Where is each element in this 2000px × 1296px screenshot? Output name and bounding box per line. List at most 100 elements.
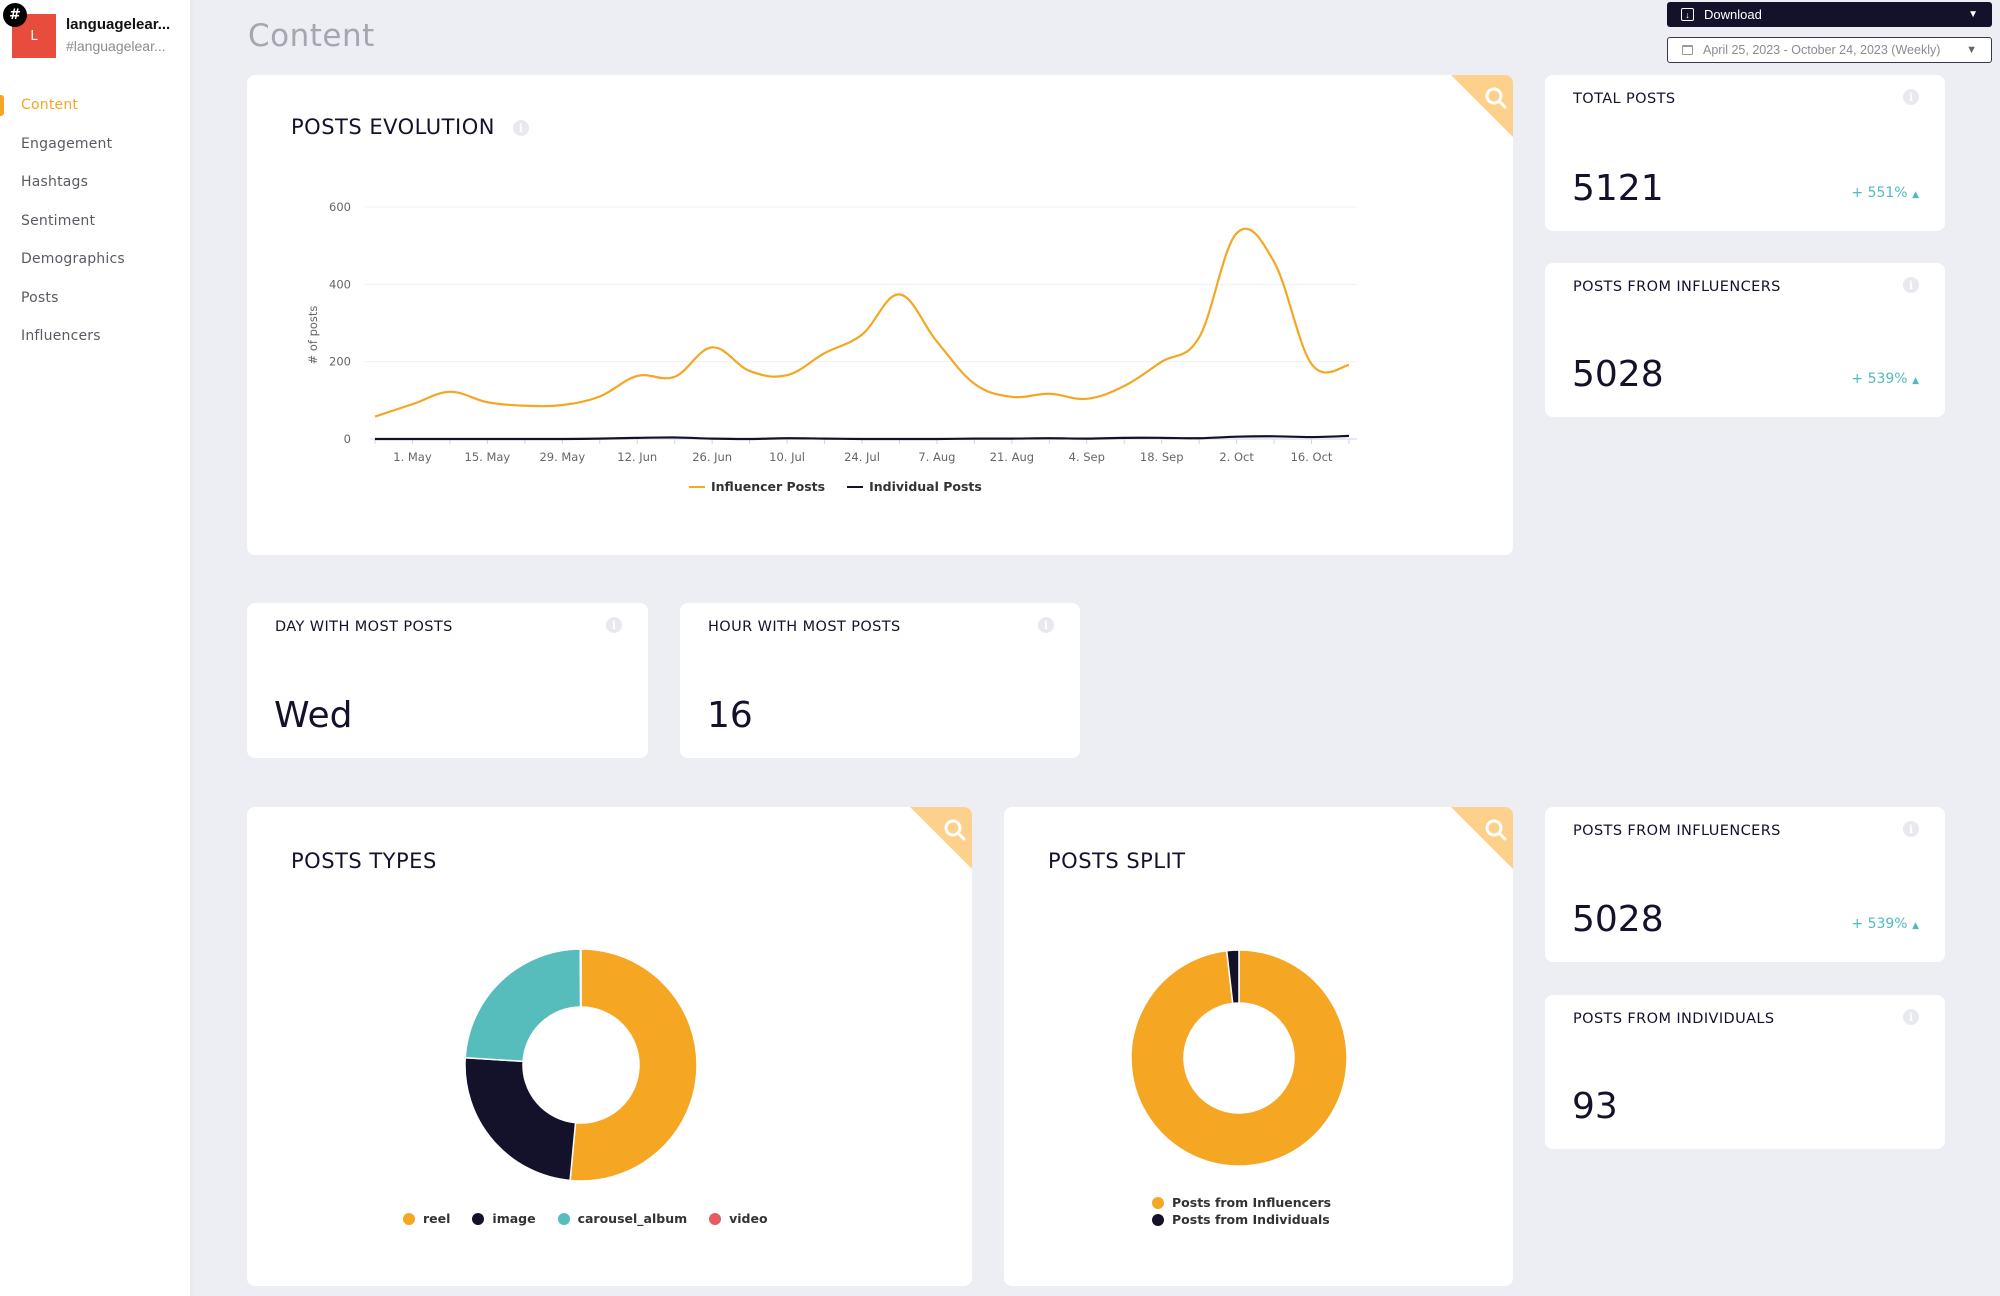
x-tick-label: 4. Sep xyxy=(1069,450,1105,464)
trend-up-icon: ▲ xyxy=(1912,190,1919,200)
x-tick-label: 12. Jun xyxy=(617,450,657,464)
x-tick-label: 2. Oct xyxy=(1219,450,1254,464)
sidebar-item-demographics[interactable]: Demographics xyxy=(0,240,190,279)
info-icon[interactable]: i xyxy=(1038,617,1054,633)
change-text: + 539% xyxy=(1851,371,1908,387)
legend-item-influencers[interactable]: Posts from Influencers xyxy=(1152,1195,1331,1210)
kpi-change: + 539% ▲ xyxy=(1851,916,1919,932)
change-text: + 539% xyxy=(1851,916,1908,932)
date-range-picker[interactable]: April 25, 2023 - October 24, 2023 (Weekl… xyxy=(1667,37,1992,63)
legend-dot xyxy=(709,1212,722,1225)
x-tick-label: 1. May xyxy=(393,450,432,464)
sidebar-item-posts[interactable]: Posts xyxy=(0,279,190,318)
sidebar-item-influencers[interactable]: Influencers xyxy=(0,317,190,356)
legend-item-influencer[interactable]: Influencer Posts xyxy=(689,479,825,494)
legend-label: reel xyxy=(423,1211,451,1226)
legend-label: Individual Posts xyxy=(869,479,982,494)
chevron-down-icon: ▼ xyxy=(1968,9,1978,20)
legend-item-individuals[interactable]: Posts from Individuals xyxy=(1152,1212,1330,1227)
brand-header[interactable]: L # languagelear... #languagelear... xyxy=(3,3,192,62)
legend-item-individual[interactable]: Individual Posts xyxy=(847,479,982,494)
chart-legend: reel image carousel_album video xyxy=(403,1211,790,1226)
kpi-value: 16 xyxy=(707,695,753,736)
info-icon[interactable]: i xyxy=(1903,1009,1919,1025)
calendar-icon xyxy=(1682,45,1693,55)
sidebar-item-hashtags[interactable]: Hashtags xyxy=(0,163,190,202)
sidebar-item-content[interactable]: Content xyxy=(0,86,190,125)
date-range-label: April 25, 2023 - October 24, 2023 (Weekl… xyxy=(1703,43,1941,57)
kpi-title: POSTS FROM INFLUENCERS xyxy=(1573,823,1781,839)
chart-legend: Posts from Influencers Posts from Indivi… xyxy=(1152,1195,1353,1227)
kpi-title: POSTS FROM INDIVIDUALS xyxy=(1573,1011,1775,1027)
y-axis-label: # of posts xyxy=(306,306,320,365)
x-tick-label: 10. Jul xyxy=(769,450,805,464)
x-tick-label: 18. Sep xyxy=(1140,450,1184,464)
kpi-value: 5121 xyxy=(1572,168,1664,209)
brand-handle: #languagelear... xyxy=(66,38,166,54)
posts-evolution-card: POSTS EVOLUTION i 0 200 400 600 # of posts 1.… xyxy=(247,75,1513,555)
info-icon[interactable]: i xyxy=(606,617,622,633)
legend-dot xyxy=(472,1212,485,1225)
series-line-individual-posts xyxy=(375,434,1350,441)
kpi-day-with-most-posts: DAY WITH MOST POSTS i Wed xyxy=(247,603,648,758)
x-tick-label: 29. May xyxy=(539,450,585,464)
kpi-change: + 551% ▲ xyxy=(1851,185,1919,201)
legend-item-carousel[interactable]: carousel_album xyxy=(557,1211,688,1226)
x-tick-label: 24. Jul xyxy=(844,450,880,464)
trend-up-icon: ▲ xyxy=(1912,921,1919,931)
legend-line xyxy=(847,485,864,488)
kpi-title: DAY WITH MOST POSTS xyxy=(275,619,453,635)
kpi-value: 5028 xyxy=(1572,354,1664,395)
info-icon[interactable]: i xyxy=(1903,277,1919,293)
posts-split-card: POSTS SPLIT Posts from Influencers Posts… xyxy=(1004,807,1513,1286)
kpi-value: Wed xyxy=(274,695,353,736)
kpi-posts-from-influencers-2: POSTS FROM INFLUENCERS i 5028 + 539% ▲ xyxy=(1545,807,1945,962)
y-tick-label: 200 xyxy=(329,355,351,369)
donut-slice-image xyxy=(464,1056,577,1182)
legend-label: video xyxy=(729,1211,768,1226)
download-button[interactable]: ↓ Download ▼ xyxy=(1667,2,1992,27)
chevron-down-icon: ▼ xyxy=(1966,44,1977,56)
legend-label: Posts from Individuals xyxy=(1172,1212,1330,1227)
kpi-posts-from-influencers: POSTS FROM INFLUENCERS i 5028 + 539% ▲ xyxy=(1545,263,1945,417)
kpi-title: POSTS FROM INFLUENCERS xyxy=(1573,279,1781,295)
x-tick-label: 7. Aug xyxy=(918,450,955,464)
legend-item-image[interactable]: image xyxy=(472,1211,536,1226)
posts-types-card: POSTS TYPES reel image carousel_album vi… xyxy=(247,807,972,1286)
info-icon[interactable]: i xyxy=(1903,821,1919,837)
legend-label: image xyxy=(492,1211,536,1226)
legend-dot xyxy=(1152,1196,1164,1209)
donut-slice-reel xyxy=(569,948,698,1182)
kpi-total-posts: TOTAL POSTS i 5121 + 551% ▲ xyxy=(1545,75,1945,231)
brand-name: languagelear... xyxy=(66,16,171,33)
y-tick-label: 0 xyxy=(344,432,351,446)
legend-label: carousel_album xyxy=(577,1211,688,1226)
kpi-posts-from-individuals: POSTS FROM INDIVIDUALS i 93 xyxy=(1545,995,1945,1149)
hashtag-symbol: # xyxy=(9,7,21,23)
kpi-title: HOUR WITH MOST POSTS xyxy=(708,619,901,635)
legend-dot xyxy=(1152,1213,1164,1226)
kpi-hour-with-most-posts: HOUR WITH MOST POSTS i 16 xyxy=(680,603,1080,758)
chart-legend: Influencer Posts Individual Posts xyxy=(689,479,1004,494)
y-tick-label: 400 xyxy=(329,277,351,291)
legend-dot xyxy=(557,1212,570,1225)
kpi-change: + 539% ▲ xyxy=(1851,371,1919,387)
donut-slice-video xyxy=(579,948,582,1008)
sidebar-nav: Content Engagement Hashtags Sentiment De… xyxy=(0,86,190,356)
legend-label: Influencer Posts xyxy=(711,479,826,494)
avatar-letter: L xyxy=(30,28,38,44)
info-icon[interactable]: i xyxy=(1903,89,1919,105)
donut-slice-carousel-album xyxy=(464,948,582,1063)
legend-item-video[interactable]: video xyxy=(709,1211,768,1226)
legend-label: Posts from Influencers xyxy=(1172,1195,1332,1210)
legend-item-reel[interactable]: reel xyxy=(403,1211,450,1226)
sidebar-item-engagement[interactable]: Engagement xyxy=(0,125,190,164)
x-tick-label: 26. Jun xyxy=(692,450,732,464)
x-tick-label: 21. Aug xyxy=(990,450,1034,464)
legend-dot xyxy=(403,1212,415,1225)
x-tick-label: 16. Oct xyxy=(1291,450,1333,464)
kpi-value: 5028 xyxy=(1572,899,1664,940)
sidebar-item-sentiment[interactable]: Sentiment xyxy=(0,202,190,241)
series-line-influencer-posts xyxy=(374,227,1350,418)
trend-up-icon: ▲ xyxy=(1912,376,1919,386)
